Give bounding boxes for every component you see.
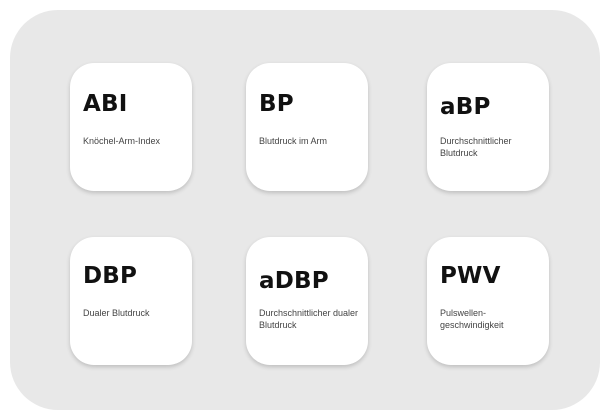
tile-description: Knöchel-Arm-Index (83, 136, 161, 146)
tile-description: Pulswellen- geschwindigkeit (440, 308, 504, 330)
tile-description: Durchschnittlicher dualer Blutdruck (259, 308, 359, 330)
tile-adbp[interactable]: aDBP Durchschnittlicher dualer Blutdruck (246, 237, 368, 365)
tile-description: Blutdruck im Arm (259, 136, 328, 146)
tile-dbp[interactable]: DBP Dualer Blutdruck (70, 237, 192, 365)
tile-abp[interactable]: aBP Durchschnittlicher Blutdruck (427, 63, 549, 191)
tile-abbreviation: ABI (83, 91, 128, 117)
tile-abbreviation: DBP (83, 263, 138, 289)
tile-abi[interactable]: ABI Knöchel-Arm-Index (70, 63, 192, 191)
tile-abbreviation: aBP (440, 94, 491, 120)
tile-abbreviation: PWV (440, 263, 501, 289)
tile-abbreviation: aDBP (259, 268, 329, 294)
tile-description: Durchschnittlicher Blutdruck (440, 136, 512, 158)
tile-abbreviation: BP (259, 91, 294, 117)
tile-description: Dualer Blutdruck (83, 308, 150, 318)
tile-pwv[interactable]: PWV Pulswellen- geschwindigkeit (427, 237, 549, 365)
tile-bp[interactable]: BP Blutdruck im Arm (246, 63, 368, 191)
